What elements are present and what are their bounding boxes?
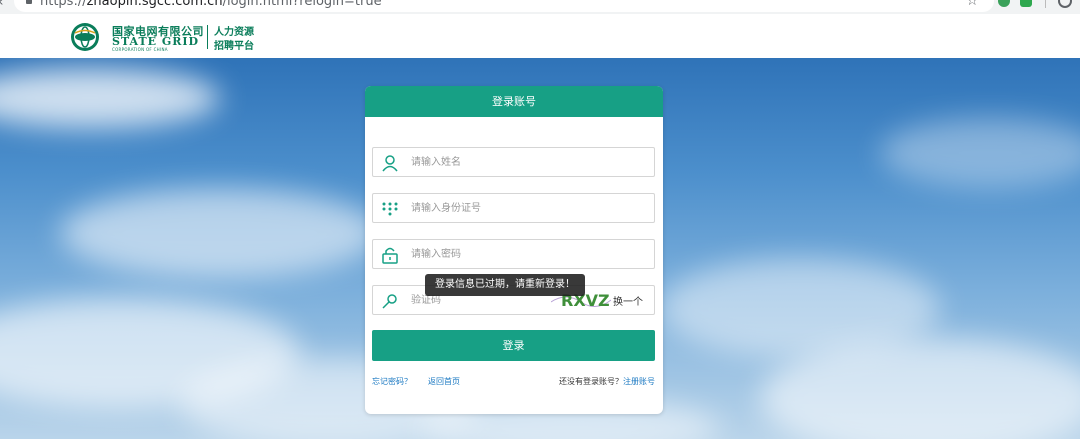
refresh-captcha-link[interactable]: 换一个 [613, 293, 643, 308]
logo-divider [207, 25, 208, 49]
register-prompt: 还没有登录账号？注册账号 [559, 376, 655, 387]
lock-icon[interactable] [26, 0, 32, 4]
state-grid-emblem-icon[interactable] [70, 22, 100, 52]
login-links: 忘记密码？ 返回首页 还没有登录账号？注册账号 [372, 376, 655, 390]
user-icon [382, 155, 398, 172]
extension-icon[interactable] [1020, 0, 1032, 7]
site-header: 国家电网有限公司 STATE GRID CORPORATION OF CHINA… [0, 14, 1080, 58]
bookmark-star-icon[interactable]: ☆ [966, 0, 979, 9]
toolbar-divider [1045, 0, 1046, 8]
logo-subtitle: CORPORATION OF CHINA [112, 47, 168, 52]
extension-icon[interactable] [998, 0, 1010, 7]
back-home-link[interactable]: 返回首页 [428, 376, 460, 387]
browser-toolbar: ‹ https://zhaopin.sgcc.com.cn/login.html… [0, 0, 1080, 14]
key-icon [382, 294, 397, 309]
password-field[interactable] [372, 239, 655, 269]
platform-name-line1: 人力资源 [214, 27, 254, 38]
url-host: zhaopin.sgcc.com.cn [86, 0, 223, 9]
url-text[interactable]: https://zhaopin.sgcc.com.cn/login.html?r… [40, 0, 382, 9]
login-card-title: 登录账号 [365, 86, 663, 117]
url-scheme: https:// [40, 0, 87, 9]
name-field[interactable] [372, 147, 655, 177]
id-number-input[interactable] [411, 194, 651, 222]
lock-icon [382, 247, 398, 264]
name-input[interactable] [411, 148, 651, 176]
password-input[interactable] [411, 240, 651, 268]
back-icon[interactable]: ‹ [0, 0, 4, 10]
id-number-field[interactable] [372, 193, 655, 223]
register-link[interactable]: 注册账号 [623, 377, 655, 386]
session-expired-toast: 登录信息已过期，请重新登录！ [425, 274, 585, 296]
login-button[interactable]: 登录 [372, 330, 655, 361]
forgot-password-link[interactable]: 忘记密码？ [372, 376, 412, 387]
profile-icon[interactable] [1058, 0, 1072, 8]
url-path: /login.html?relogin=true [222, 0, 382, 9]
login-card: 登录账号 RX [365, 86, 663, 414]
platform-name-line2: 招聘平台 [214, 41, 254, 52]
keypad-icon [382, 202, 398, 216]
no-account-text: 还没有登录账号？ [559, 377, 623, 386]
